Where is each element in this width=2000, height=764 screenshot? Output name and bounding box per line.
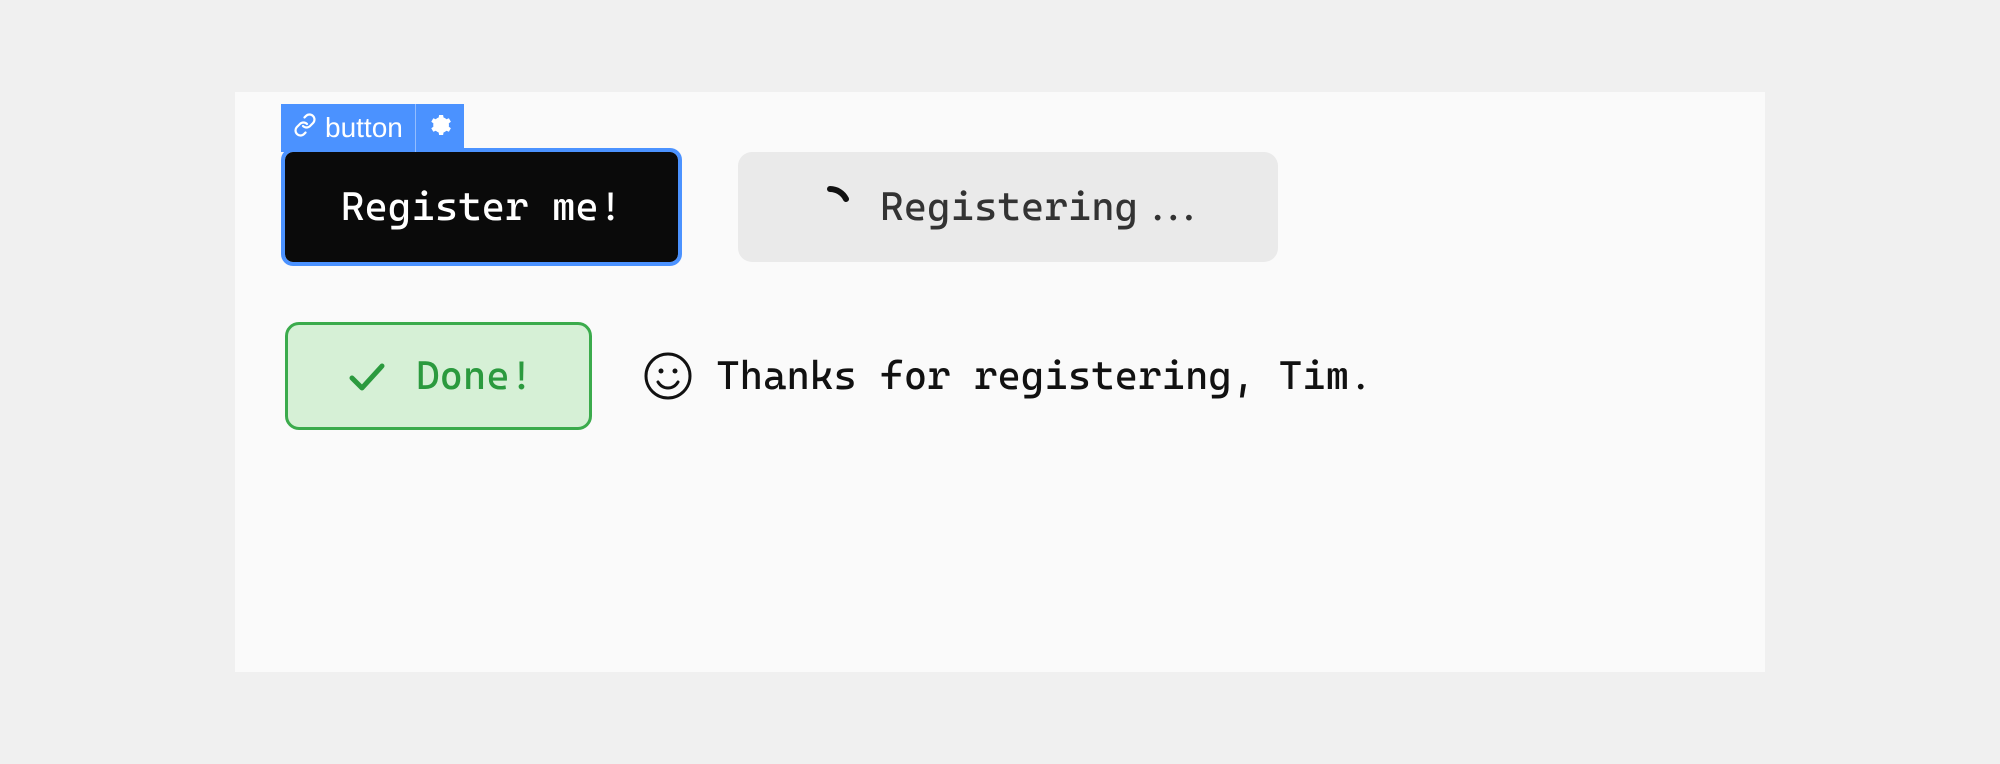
smiley-icon: [642, 350, 694, 402]
button-row-2: Done! Thanks for registering, Tim.: [285, 322, 1715, 430]
gear-icon[interactable]: [428, 112, 452, 144]
registering-button[interactable]: Registering...: [738, 152, 1278, 262]
inspector-label-bar[interactable]: button: [281, 104, 464, 152]
button-row-1: button Register me!: [285, 152, 1715, 262]
spinner-icon: [808, 185, 852, 229]
done-button-label: Done!: [416, 353, 533, 399]
selected-element-wrap: button Register me!: [285, 152, 678, 262]
register-button-label: Register me!: [341, 184, 622, 230]
thanks-text: Thanks for registering, Tim.: [716, 353, 1372, 399]
done-button[interactable]: Done!: [285, 322, 592, 430]
link-icon: [293, 112, 317, 144]
check-icon: [344, 354, 388, 398]
thanks-message: Thanks for registering, Tim.: [642, 350, 1372, 402]
canvas-area: button Register me!: [235, 92, 1765, 672]
registering-button-label: Registering...: [880, 184, 1208, 230]
inspector-element-type: button: [325, 112, 403, 144]
register-button[interactable]: Register me!: [285, 152, 678, 262]
